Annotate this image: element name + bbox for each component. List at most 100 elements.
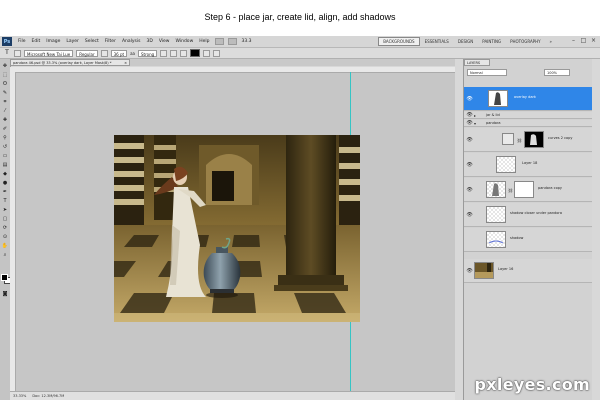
eyedropper-tool-icon[interactable]: ⁄	[1, 108, 9, 115]
font-size-field[interactable]: 36 pt	[110, 49, 128, 57]
menu-analysis[interactable]: Analysis	[119, 39, 144, 44]
close-document-icon[interactable]: ×	[124, 60, 127, 65]
antialias-select[interactable]: Strong	[137, 49, 158, 57]
workspace-painting[interactable]: PAINTING	[478, 37, 505, 46]
layer-name[interactable]: overlay dark	[514, 95, 536, 99]
horizontal-ruler[interactable]	[10, 67, 455, 73]
layer-mask-thumbnail[interactable]	[514, 181, 534, 198]
layer-mask-thumbnail[interactable]	[524, 131, 544, 148]
eye-icon[interactable]: 👁	[466, 212, 473, 218]
layer-name[interactable]: curves 2 copy	[548, 136, 572, 140]
dodge-tool-icon[interactable]: ●	[1, 180, 9, 187]
workspace-backgrounds[interactable]: BACKGROUNDS	[378, 37, 420, 46]
hand-tool-icon[interactable]: ✋	[1, 243, 9, 250]
workspace-design[interactable]: DESIGN	[454, 37, 477, 46]
layer-name[interactable]: jar & lid	[486, 113, 500, 117]
layers-panel-tab[interactable]: LAYERS	[464, 59, 490, 66]
path-select-tool-icon[interactable]: ➤	[1, 207, 9, 214]
type-tool-icon-side[interactable]: T	[1, 198, 9, 205]
type-tool-icon[interactable]: T	[3, 49, 11, 57]
font-family-select[interactable]: Microsoft New Tai Lue	[24, 49, 74, 57]
move-tool-icon[interactable]: ✥	[1, 63, 9, 70]
text-color-swatch[interactable]	[190, 49, 201, 57]
blend-mode-select[interactable]: Normal	[467, 69, 507, 76]
canvas-area[interactable]	[10, 67, 455, 391]
close-window-icon[interactable]: ×	[589, 37, 598, 45]
chain-link-icon[interactable]: ⛓	[517, 138, 522, 143]
menu-3d[interactable]: 3D	[143, 39, 155, 44]
workspace-essentials[interactable]: ESSENTIALS	[421, 37, 453, 46]
workspace-more-icon[interactable]: »	[546, 37, 556, 46]
layer-name[interactable]: pandora copy	[538, 186, 562, 190]
align-right-icon[interactable]	[180, 49, 188, 57]
layer-group-jar-lid[interactable]: 👁 ▸ jar & lid	[464, 112, 592, 119]
align-center-icon[interactable]	[170, 49, 178, 57]
document-canvas[interactable]	[114, 135, 360, 322]
align-left-icon[interactable]	[160, 49, 168, 57]
disclosure-triangle-icon[interactable]: ▾	[474, 121, 476, 126]
eye-icon[interactable]: 👁	[466, 120, 473, 126]
brush-tool-icon[interactable]: ✐	[1, 126, 9, 133]
pen-tool-icon[interactable]: ✒	[1, 189, 9, 196]
layer-row-layer-16[interactable]: 👁 Layer 16	[464, 259, 592, 283]
eye-icon[interactable]: 👁	[466, 96, 473, 102]
font-style-select[interactable]: Regular	[76, 49, 98, 57]
mini-bridge-icon[interactable]	[227, 38, 237, 45]
opacity-field[interactable]: 100%	[544, 69, 570, 76]
layer-name[interactable]: Layer 18	[522, 161, 537, 165]
layer-name[interactable]: shadow	[510, 236, 523, 240]
zoom-level[interactable]: 33.3	[239, 39, 255, 44]
layer-row-curves-2-copy[interactable]: 👁 ⛓ curves 2 copy	[464, 128, 592, 152]
quick-mask-icon[interactable]: ◙	[1, 291, 9, 298]
layer-name[interactable]: Layer 16	[498, 267, 513, 271]
foreground-color-swatch[interactable]	[1, 274, 8, 281]
minimize-icon[interactable]: –	[569, 37, 578, 45]
lasso-tool-icon[interactable]: ʘ	[1, 81, 9, 88]
menu-file[interactable]: File	[15, 39, 29, 44]
menu-image[interactable]: Image	[43, 39, 63, 44]
menu-select[interactable]: Select	[82, 39, 102, 44]
layer-row-overlay-dark[interactable]: 👁 overlay dark	[464, 87, 592, 111]
3d-rotate-tool-icon[interactable]: ⟳	[1, 225, 9, 232]
bridge-launcher-icon[interactable]	[214, 38, 224, 45]
layer-name[interactable]: pandora	[486, 121, 501, 125]
chain-link-icon[interactable]: ⛓	[508, 188, 513, 193]
shape-tool-icon[interactable]: ▢	[1, 216, 9, 223]
maximize-icon[interactable]: □	[579, 37, 588, 45]
quick-select-tool-icon[interactable]: ✎	[1, 90, 9, 97]
warp-text-icon[interactable]	[203, 49, 211, 57]
blur-tool-icon[interactable]: ◆	[1, 171, 9, 178]
menu-layer[interactable]: Layer	[63, 39, 82, 44]
layer-group-pandora[interactable]: 👁 ▾ pandora	[464, 120, 592, 127]
workspace-photography[interactable]: PHOTOGRAPHY	[506, 37, 544, 46]
menu-window[interactable]: Window	[173, 39, 197, 44]
history-brush-tool-icon[interactable]: ↺	[1, 144, 9, 151]
eraser-tool-icon[interactable]: ▭	[1, 153, 9, 160]
eye-icon[interactable]: 👁	[466, 137, 473, 143]
zoom-tool-icon[interactable]: ⌕	[1, 252, 9, 259]
character-panel-icon[interactable]	[213, 49, 221, 57]
status-zoom[interactable]: 33.33%	[13, 394, 26, 398]
eye-icon[interactable]: 👁	[466, 268, 473, 274]
layer-row-shadow[interactable]: shadow	[464, 228, 592, 252]
eye-icon[interactable]: 👁	[466, 162, 473, 168]
text-orientation-icon[interactable]	[14, 49, 21, 57]
disclosure-triangle-icon[interactable]: ▸	[474, 113, 476, 118]
layer-name[interactable]: shadow closer under pandora	[510, 211, 562, 215]
menu-filter[interactable]: Filter	[102, 39, 119, 44]
menu-view[interactable]: View	[156, 39, 173, 44]
menu-edit[interactable]: Edit	[29, 39, 44, 44]
menu-help[interactable]: Help	[196, 39, 212, 44]
3d-camera-tool-icon[interactable]: ⊙	[1, 234, 9, 241]
document-tab[interactable]: pandora 46.psd @ 33.3% (overlay dark, La…	[10, 59, 130, 66]
layer-row-pandora-copy[interactable]: 👁 ⛓ pandora copy	[464, 178, 592, 202]
marquee-tool-icon[interactable]: ⬚	[1, 72, 9, 79]
status-doc-size[interactable]: Doc: 12.3M/96.7M	[32, 394, 64, 398]
vertical-ruler[interactable]	[10, 72, 16, 391]
eye-icon[interactable]: 👁	[466, 187, 473, 193]
crop-tool-icon[interactable]: ⌗	[1, 99, 9, 106]
eye-hidden-icon[interactable]	[466, 237, 473, 243]
healing-brush-tool-icon[interactable]: ✚	[1, 117, 9, 124]
gradient-tool-icon[interactable]: ▤	[1, 162, 9, 169]
layer-row-shadow-closer[interactable]: 👁 shadow closer under pandora	[464, 203, 592, 227]
